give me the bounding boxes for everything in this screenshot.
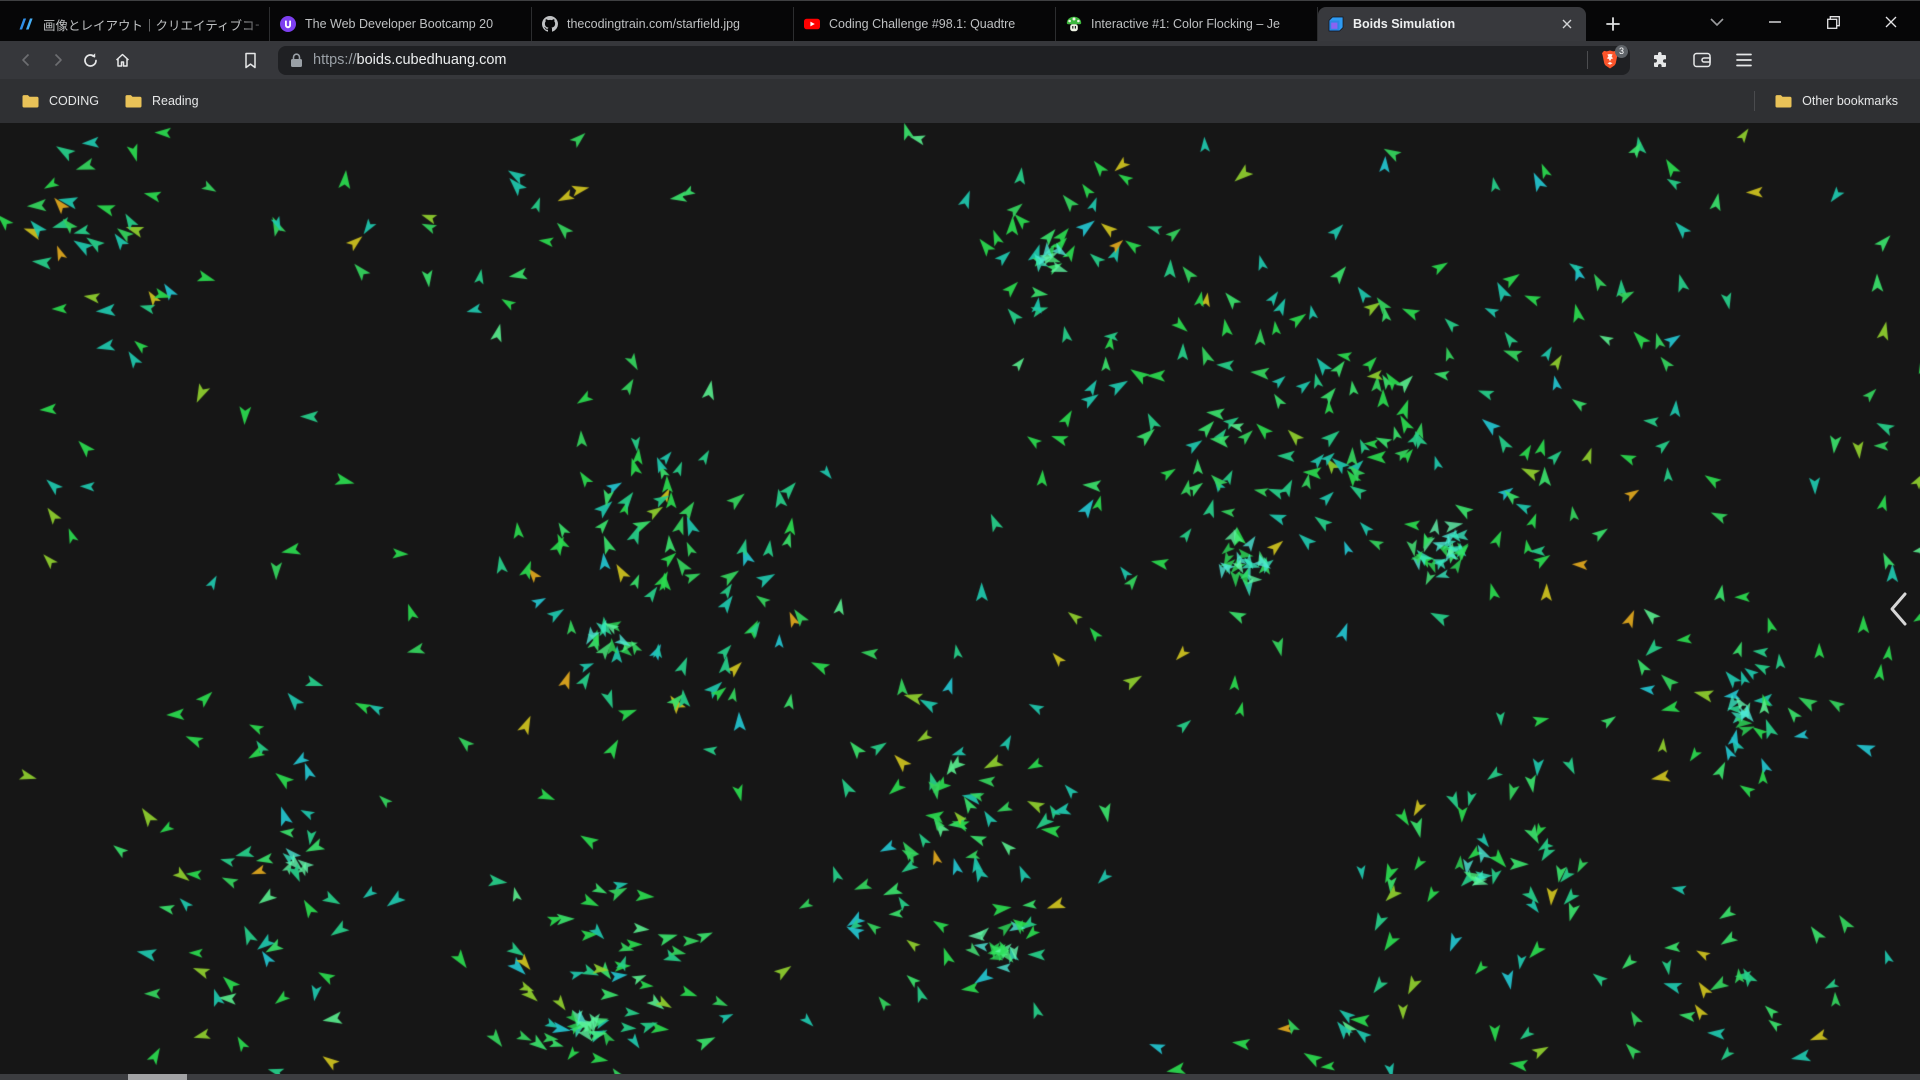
tab-1[interactable]: The Web Developer Bootcamp 20	[270, 7, 532, 41]
chevron-left-icon	[1890, 592, 1907, 626]
tab-title-fade	[1027, 7, 1055, 41]
tab-title: Boids Simulation	[1353, 17, 1456, 31]
reload-icon	[83, 52, 97, 67]
settings-panel-toggle[interactable]	[1884, 589, 1912, 629]
tab-title: Coding Challenge #98.1: Quadtre	[829, 17, 1016, 31]
cube-icon	[1328, 16, 1344, 32]
udemy-icon	[280, 16, 296, 32]
tab-search-button[interactable]	[1688, 3, 1746, 41]
tab-2[interactable]: thecodingtrain.com/starfield.jpg	[532, 7, 794, 41]
address-bar[interactable]: https://boids.cubedhuang.com 3	[278, 45, 1630, 75]
folder-icon	[125, 94, 142, 108]
tab-0[interactable]: 画像とレイアウト｜クリエイティブコーデ	[8, 7, 270, 41]
restore-icon	[1826, 15, 1840, 29]
bookmark-icon	[244, 52, 256, 68]
back-icon	[22, 53, 30, 67]
bookmarks-bar: CODING Reading Other bookmarks	[0, 79, 1920, 123]
tab-active[interactable]: Boids Simulation	[1318, 7, 1586, 41]
extensions-button[interactable]	[1644, 45, 1676, 75]
tab-title-fade	[765, 7, 793, 41]
toolbar-right-group	[1644, 45, 1760, 75]
home-icon	[115, 53, 129, 67]
tab-list: 画像とレイアウト｜クリエイティブコーデ The Web Developer Boo…	[8, 7, 1586, 41]
wallet-button[interactable]	[1686, 45, 1718, 75]
home-button[interactable]	[106, 45, 138, 75]
maximize-button[interactable]	[1804, 3, 1862, 41]
omnibox-divider	[1587, 51, 1588, 69]
chevron-down-icon	[1710, 17, 1724, 26]
tab-3[interactable]: Coding Challenge #98.1: Quadtre	[794, 7, 1056, 41]
wallet-icon	[1693, 52, 1711, 68]
tab-strip: 画像とレイアウト｜クリエイティブコーデ The Web Developer Boo…	[0, 1, 1920, 41]
back-button[interactable]	[10, 45, 42, 75]
tab-title-fade	[1289, 7, 1317, 41]
github-icon	[542, 16, 558, 32]
browser-window: 画像とレイアウト｜クリエイティブコーデ The Web Developer Boo…	[0, 0, 1920, 1080]
bookmark-folder-label: CODING	[49, 94, 99, 108]
tab-title-fade	[241, 7, 269, 41]
menu-button[interactable]	[1728, 45, 1760, 75]
tab-title: Interactive #1: Color Flocking – Je	[1091, 17, 1280, 31]
mushroom-icon	[1066, 16, 1082, 32]
lock-icon	[291, 52, 302, 67]
boids-simulation-canvas[interactable]	[0, 123, 1920, 1080]
close-window-button[interactable]	[1862, 3, 1920, 41]
bookmark-folder-list: CODING Reading	[12, 89, 209, 113]
tab-title: 画像とレイアウト｜クリエイティブコーデ	[43, 18, 259, 33]
forward-button[interactable]	[42, 45, 74, 75]
tab-4[interactable]: Interactive #1: Color Flocking – Je	[1056, 7, 1318, 41]
bookmark-folder-label: Reading	[152, 94, 199, 108]
tab-title-fade	[503, 7, 531, 41]
shields-count-badge: 3	[1615, 45, 1628, 58]
bookmarks-divider	[1754, 91, 1756, 111]
new-tab-button[interactable]	[1598, 9, 1628, 39]
folder-icon	[22, 94, 39, 108]
other-bookmarks-label: Other bookmarks	[1802, 94, 1898, 108]
url-host: boids.cubedhuang.com	[356, 52, 507, 68]
forward-icon	[54, 53, 62, 67]
minimize-button[interactable]	[1746, 3, 1804, 41]
brave-shields-button[interactable]: 3	[1598, 45, 1628, 72]
navigation-toolbar: https://boids.cubedhuang.com 3	[0, 41, 1920, 79]
horizontal-scrollbar[interactable]	[0, 1074, 1920, 1080]
puzzle-icon	[1654, 52, 1666, 67]
slashes-logo-icon	[18, 16, 34, 32]
bookmark-folder-coding[interactable]: CODING	[12, 89, 109, 113]
bookmarks-panel-button[interactable]	[234, 45, 266, 75]
page-viewport	[0, 123, 1920, 1080]
hamburger-menu-icon	[1736, 53, 1752, 67]
reload-button[interactable]	[74, 45, 106, 75]
url-scheme: https://	[313, 52, 357, 68]
tab-title: thecodingtrain.com/starfield.jpg	[567, 17, 741, 31]
youtube-icon	[804, 16, 820, 32]
tab-close-button[interactable]	[1558, 15, 1576, 33]
tab-title: The Web Developer Bootcamp 20	[305, 17, 494, 31]
folder-icon	[1775, 95, 1792, 108]
other-bookmarks-button[interactable]: Other bookmarks	[1765, 89, 1908, 113]
minimize-icon	[1769, 21, 1781, 23]
close-icon	[1885, 16, 1897, 28]
bookmark-folder-reading[interactable]: Reading	[115, 89, 209, 113]
horizontal-scrollbar-thumb[interactable]	[128, 1074, 187, 1080]
